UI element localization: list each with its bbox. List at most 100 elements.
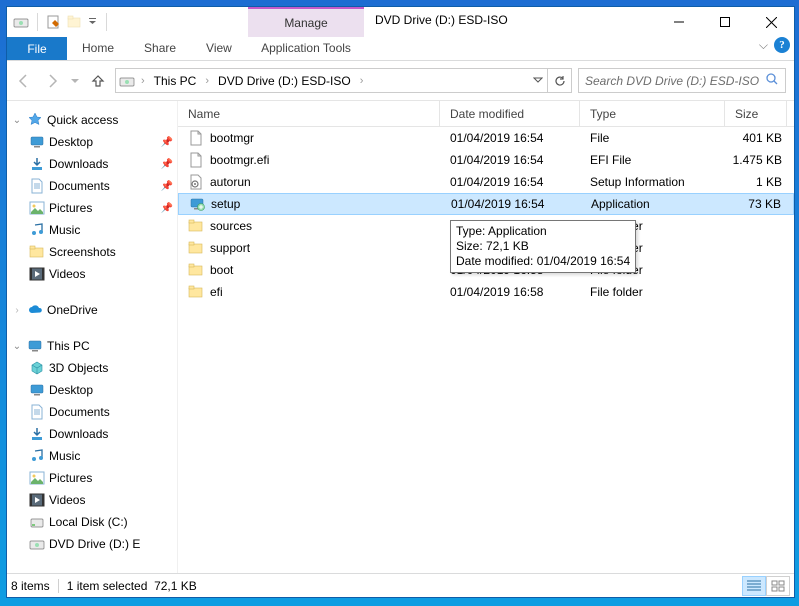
sidebar-item-onedrive[interactable]: › OneDrive bbox=[7, 299, 177, 321]
maximize-button[interactable] bbox=[702, 7, 748, 37]
table-row[interactable]: bootmgr.efi01/04/2019 16:54EFI File1.475… bbox=[178, 149, 794, 171]
sidebar-item-label: Desktop bbox=[49, 135, 93, 149]
chevron-down-icon[interactable]: ⌄ bbox=[11, 341, 23, 352]
sidebar-item-label: Documents bbox=[49, 405, 110, 419]
chevron-right-icon[interactable]: › bbox=[138, 75, 148, 87]
column-type[interactable]: Type bbox=[580, 101, 725, 126]
sidebar-item-label: Local Disk (C:) bbox=[49, 515, 128, 529]
chevron-down-icon[interactable]: ⌄ bbox=[11, 115, 23, 126]
sidebar-item[interactable]: Local Disk (C:) bbox=[7, 511, 177, 533]
new-folder-icon[interactable] bbox=[66, 13, 84, 31]
file-date: 01/04/2019 16:54 bbox=[440, 175, 580, 189]
table-row[interactable]: efi01/04/2019 16:58File folder bbox=[178, 281, 794, 303]
sidebar-item-label: Videos bbox=[49, 267, 85, 281]
folder-icon bbox=[188, 218, 204, 234]
view-tab[interactable]: View bbox=[191, 37, 247, 60]
file-type: File bbox=[580, 131, 725, 145]
tooltip-line: Type: Application bbox=[456, 224, 630, 239]
sidebar-item[interactable]: Videos bbox=[7, 263, 177, 285]
chevron-right-icon[interactable]: › bbox=[202, 75, 212, 87]
drive-icon bbox=[12, 13, 30, 31]
chevron-right-icon[interactable]: › bbox=[11, 305, 23, 316]
forward-button[interactable] bbox=[41, 70, 63, 92]
sidebar-item[interactable]: Screenshots bbox=[7, 241, 177, 263]
details-view-button[interactable] bbox=[742, 576, 766, 596]
sidebar-item[interactable]: Videos bbox=[7, 489, 177, 511]
sidebar-item[interactable]: Music bbox=[7, 219, 177, 241]
sidebar-item[interactable]: DVD Drive (D:) E bbox=[7, 533, 177, 555]
file-size: 401 KB bbox=[732, 131, 794, 145]
ribbon: File Home Share View Application Tools ⌵… bbox=[7, 37, 794, 61]
refresh-button[interactable] bbox=[548, 68, 572, 93]
help-icon[interactable]: ? bbox=[774, 37, 790, 53]
sidebar-item[interactable]: Downloads📌 bbox=[7, 153, 177, 175]
file-name: support bbox=[210, 241, 250, 255]
file-name: bootmgr bbox=[210, 131, 254, 145]
star-icon bbox=[27, 112, 43, 128]
sidebar-item[interactable]: Music bbox=[7, 445, 177, 467]
chevron-right-icon[interactable]: › bbox=[357, 75, 367, 87]
inf-icon bbox=[188, 174, 204, 190]
file-type: EFI File bbox=[580, 153, 725, 167]
documents-icon bbox=[29, 178, 45, 194]
properties-icon[interactable] bbox=[45, 13, 63, 31]
file-icon bbox=[188, 152, 204, 168]
sidebar-item[interactable]: Documents📌 bbox=[7, 175, 177, 197]
column-size[interactable]: Size bbox=[725, 101, 787, 126]
recent-button[interactable] bbox=[69, 70, 81, 92]
back-button[interactable] bbox=[13, 70, 35, 92]
manage-context-tab[interactable]: Manage bbox=[248, 7, 364, 37]
app-tools-tab[interactable]: Application Tools bbox=[248, 37, 364, 59]
column-name[interactable]: Name bbox=[178, 101, 440, 126]
sidebar-item[interactable]: Pictures bbox=[7, 467, 177, 489]
sidebar-item-label: 3D Objects bbox=[49, 361, 108, 375]
sidebar-item-label: Pictures bbox=[49, 471, 92, 485]
sidebar-item[interactable]: Documents bbox=[7, 401, 177, 423]
videos-icon bbox=[29, 492, 45, 508]
window-controls bbox=[656, 7, 794, 37]
breadcrumb-dropdown[interactable] bbox=[527, 74, 543, 88]
minimize-button[interactable] bbox=[656, 7, 702, 37]
file-list[interactable]: bootmgr 01/04/2019 16:54 File 401 KB bootmgr… bbox=[178, 127, 794, 573]
ribbon-right: ⌵ ? bbox=[759, 37, 790, 53]
breadcrumb[interactable]: › This PC › DVD Drive (D:) ESD-ISO › bbox=[115, 68, 548, 93]
table-row[interactable]: bootmgr01/04/2019 16:54File401 KB bbox=[178, 127, 794, 149]
sidebar-item-label: Pictures bbox=[49, 201, 92, 215]
sidebar-item-label: Videos bbox=[49, 493, 85, 507]
column-date[interactable]: Date modified bbox=[440, 101, 580, 126]
navigation-pane[interactable]: ⌄ Quick access Desktop📌Downloads📌Documen… bbox=[7, 101, 178, 573]
sidebar-item-this-pc[interactable]: ⌄ This PC bbox=[7, 335, 177, 357]
file-list-area: Name Date modified Type Size bootmgr 01/0… bbox=[178, 101, 794, 573]
file-name: setup bbox=[211, 197, 240, 211]
close-button[interactable] bbox=[748, 7, 794, 37]
status-bar: 8 items 1 item selected 72,1 KB bbox=[7, 573, 794, 597]
sidebar-item[interactable]: Downloads bbox=[7, 423, 177, 445]
sidebar-item-label: Desktop bbox=[49, 383, 93, 397]
large-icons-view-button[interactable] bbox=[766, 576, 790, 596]
up-button[interactable] bbox=[87, 70, 109, 92]
sidebar-item-quick-access[interactable]: ⌄ Quick access bbox=[7, 109, 177, 131]
file-tab[interactable]: File bbox=[7, 37, 67, 60]
folder-icon bbox=[188, 262, 204, 278]
qat-dropdown-icon[interactable] bbox=[87, 13, 99, 31]
search-icon[interactable] bbox=[765, 72, 779, 89]
sidebar-item[interactable]: Desktop📌 bbox=[7, 131, 177, 153]
sidebar-item-label: Screenshots bbox=[49, 245, 116, 259]
file-name: boot bbox=[210, 263, 233, 277]
documents-icon bbox=[29, 404, 45, 420]
table-row[interactable]: autorun01/04/2019 16:54Setup Information… bbox=[178, 171, 794, 193]
breadcrumb-location[interactable]: DVD Drive (D:) ESD-ISO bbox=[215, 74, 354, 88]
home-tab[interactable]: Home bbox=[67, 37, 129, 60]
table-row[interactable]: setup01/04/2019 16:54Application73 KB bbox=[178, 193, 794, 215]
share-tab[interactable]: Share bbox=[129, 37, 191, 60]
music-icon bbox=[29, 448, 45, 464]
breadcrumb-thispc[interactable]: This PC bbox=[151, 74, 200, 88]
search-input[interactable]: Search DVD Drive (D:) ESD-ISO bbox=[578, 68, 786, 93]
pin-icon: 📌 bbox=[161, 203, 173, 214]
file-size: 1 KB bbox=[732, 175, 794, 189]
disk-icon bbox=[29, 514, 45, 530]
sidebar-item[interactable]: Pictures 📌 bbox=[7, 197, 177, 219]
expand-ribbon-icon[interactable]: ⌵ bbox=[759, 38, 768, 53]
sidebar-item[interactable]: 3D Objects bbox=[7, 357, 177, 379]
sidebar-item[interactable]: Desktop bbox=[7, 379, 177, 401]
